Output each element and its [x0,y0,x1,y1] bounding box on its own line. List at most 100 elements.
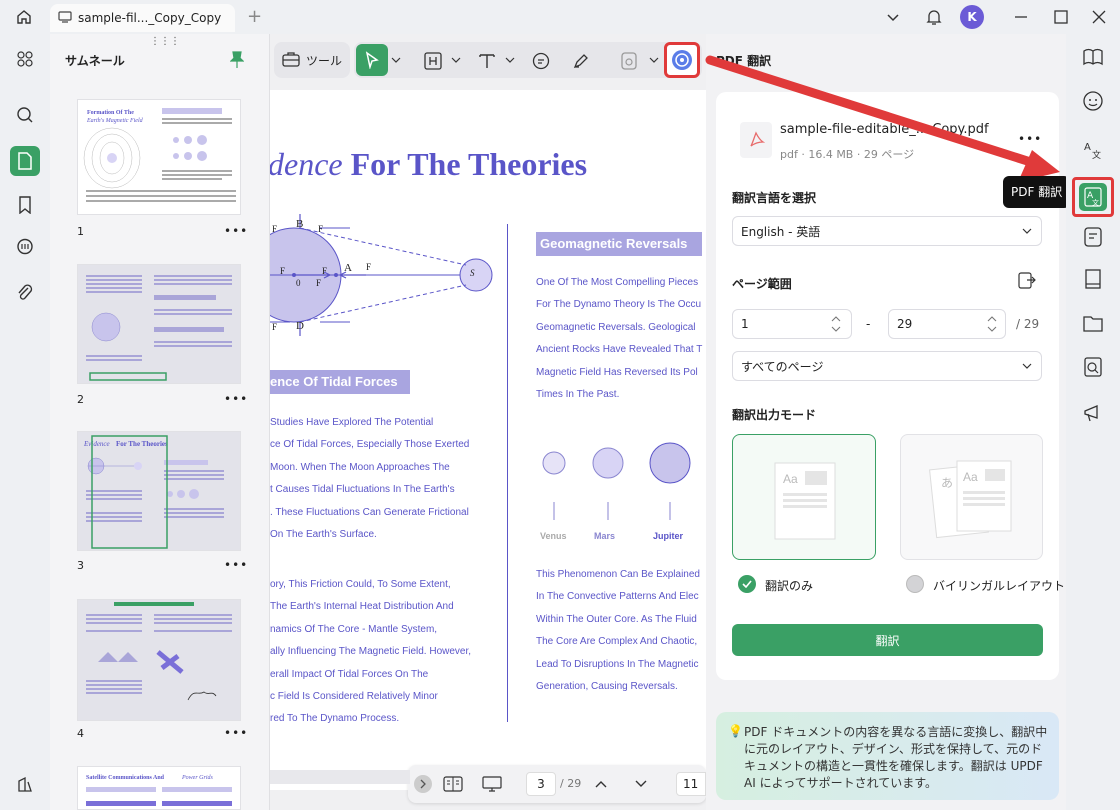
text-line: erall Impact Of Tidal Forces On The [270,668,429,680]
stepper-icon[interactable] [831,314,841,337]
select-tool-button[interactable] [356,44,388,76]
save-icon[interactable] [618,50,640,72]
diagram-label: A [344,262,352,274]
range-from-input[interactable]: 1 [732,309,852,339]
range-dash: - [866,317,871,331]
radio-unchecked-icon[interactable] [906,575,924,593]
text-line: Studies Have Explored The Potential [270,417,434,428]
notification-bell-icon[interactable] [924,6,944,28]
stepper-icon[interactable] [987,314,997,337]
heading-italic: dence [270,146,343,182]
thumb-more-button[interactable]: ••• [224,726,248,740]
page-view-icon[interactable] [442,774,464,794]
new-tab-button[interactable]: + [247,6,262,27]
tooltip: PDF 翻訳 [1003,176,1071,208]
range-total: / 29 [1016,317,1040,331]
mode-bilingual-card[interactable]: あ Aa [900,434,1043,560]
thumb-more-button[interactable]: ••• [224,558,248,572]
horizontal-scrollbar[interactable] [270,770,410,784]
range-to-input[interactable]: 29 [888,309,1006,339]
text-line: The Earth's Internal Heat Distribution A… [270,601,454,613]
search-document-icon[interactable] [1078,352,1108,382]
page-thumbnail[interactable]: Satellite Communications And Power Grids [77,766,241,810]
pages-value: すべてのページ [741,359,824,374]
book-icon[interactable] [1078,264,1108,294]
document-tab[interactable]: sample-fil..._Copy_Copy [50,4,235,32]
chevron-down-icon[interactable] [884,8,902,26]
text-line: The Core Are Complex And Chaotic, [536,636,698,648]
diagram-label: F [316,278,322,288]
text-line: One Of The Most Compelling Pieces [536,277,699,288]
page-thumbnail[interactable]: Formation Of The Earth's Magnetic Field [77,99,241,215]
translate-icon: A文 [1079,183,1107,211]
diagram-label: F [366,262,372,272]
comment-tool-icon[interactable] [530,50,552,72]
radio-checked-icon[interactable] [738,575,756,593]
swap-icon[interactable] [1016,270,1038,292]
chevron-down-icon[interactable] [648,54,660,66]
megaphone-icon[interactable] [1078,398,1108,428]
section-title-tidal: ence Of Tidal Forces [270,370,410,394]
text-line: ce Of Tidal Forces, Especially Those Exe… [270,439,470,451]
pdf-translate-button[interactable]: A文 [1072,177,1114,217]
bookmark-icon[interactable] [10,190,40,220]
chevron-down-icon[interactable] [390,54,402,66]
ai-tool-group [608,42,702,78]
pages-select[interactable]: すべてのページ [732,351,1042,381]
highlighter-icon[interactable] [570,50,592,72]
home-icon[interactable] [12,6,36,28]
collapse-nav-button[interactable] [414,775,432,793]
prev-page-icon[interactable] [592,775,610,793]
comment-icon[interactable] [10,232,40,262]
text-line: Within The Outer Core. As The Fluid [536,613,697,625]
diagram-label: F [280,266,286,276]
thumb-page-art [86,602,232,701]
page-thumbnail-selected[interactable]: Evidence For The Theories [77,431,241,551]
language-select[interactable]: English - 英語 [732,216,1042,246]
ai-assistant-button[interactable] [664,42,700,78]
chevron-down-icon[interactable] [450,54,462,66]
translate-button[interactable]: 翻訳 [732,624,1043,656]
tools-button[interactable]: ツール [274,42,350,78]
paragraph-tidal-1: Studies Have Explored The Potential ce O… [270,412,500,546]
svg-text:A: A [1084,142,1091,153]
page-thumbnail[interactable] [77,599,241,721]
minimize-icon[interactable] [1012,8,1030,26]
zoom-input[interactable]: 11 [676,772,706,796]
ai-chat-icon[interactable] [1078,86,1108,116]
next-page-icon[interactable] [632,775,650,793]
pin-icon[interactable] [228,50,246,70]
thumb-more-button[interactable]: ••• [224,224,248,238]
edit-box-icon[interactable] [422,50,444,72]
apps-grid-icon[interactable] [10,44,40,74]
current-page-input[interactable]: 3 [526,772,556,796]
mode-translate-only-card[interactable]: Aa [732,434,876,560]
thumbnail-panel: ⋮⋮⋮ サムネール Formation Of The Earth's Magne… [50,34,270,810]
folder-icon[interactable] [1078,308,1108,338]
close-icon[interactable] [1090,8,1108,26]
svg-text:Aa: Aa [783,472,798,486]
section-title-geomag: Geomagnetic Reversals [536,232,702,256]
avatar[interactable]: K [960,5,984,29]
ai-summary-icon[interactable] [1078,222,1108,252]
layers-icon[interactable] [10,770,40,800]
chevron-down-icon[interactable] [504,54,516,66]
range-to-value: 29 [897,317,913,331]
diagram-label: F [322,266,328,276]
attachment-icon[interactable] [10,278,40,308]
page-thumbnail[interactable] [77,264,241,384]
thumb-more-button[interactable]: ••• [224,392,248,406]
ocr-icon[interactable]: A文 [1078,134,1108,164]
search-icon[interactable] [10,100,40,130]
text-tool-icon[interactable] [476,50,498,72]
thumbnails-icon[interactable] [10,146,40,176]
maximize-icon[interactable] [1052,8,1070,26]
text-line: Ancient Rocks Have Revealed That T [536,344,703,356]
info-box: 💡 PDF ドキュメントの内容を異なる言語に変換し、翻訳中に元のレイアウト、デザ… [716,712,1059,800]
presentation-icon[interactable] [480,774,504,794]
diagram-label: F [272,322,278,332]
read-book-icon[interactable] [1078,42,1108,72]
svg-text:文: 文 [1092,149,1101,160]
text-line: Moon. When The Moon Approaches The [270,461,450,473]
panel-drag-handle[interactable]: ⋮⋮⋮ [150,36,180,47]
